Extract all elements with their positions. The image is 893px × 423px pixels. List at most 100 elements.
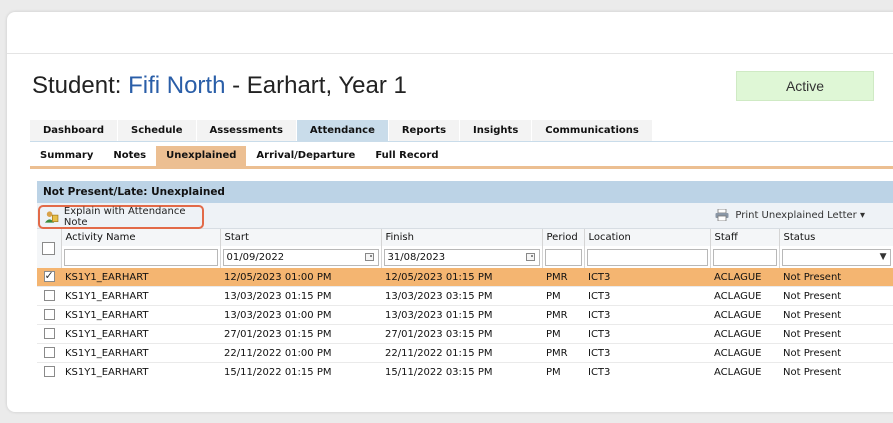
cell-staff: ACLAGUE xyxy=(710,268,779,287)
explain-button-label: Explain with Attendance Note xyxy=(63,206,186,228)
cell-activity: KS1Y1_EARHART xyxy=(61,362,220,381)
cell-location: ICT3 xyxy=(584,362,710,381)
table-row[interactable]: KS1Y1_EARHART 12/05/2023 01:00 PM 12/05/… xyxy=(37,268,893,287)
filter-status-cell: ▼ xyxy=(779,246,893,268)
tab-dashboard[interactable]: Dashboard xyxy=(30,120,118,141)
subtab-unexplained[interactable]: Unexplained xyxy=(156,146,247,166)
column-header-status[interactable]: Status xyxy=(779,229,893,246)
row-checkbox[interactable] xyxy=(43,309,55,321)
row-checkbox-cell xyxy=(37,286,61,306)
cell-finish: 13/03/2023 01:15 PM xyxy=(381,305,542,325)
row-checkbox-cell xyxy=(37,305,61,325)
tab-assessments[interactable]: Assessments xyxy=(196,120,297,141)
tab-attendance[interactable]: Attendance xyxy=(296,120,389,141)
cell-activity: KS1Y1_EARHART xyxy=(61,268,220,287)
tab-communications[interactable]: Communications xyxy=(532,120,653,141)
tab-reports[interactable]: Reports xyxy=(388,120,461,141)
filter-activity-input[interactable] xyxy=(63,248,218,266)
cell-period: PM xyxy=(542,286,584,306)
tabbar-divider xyxy=(30,141,893,142)
row-checkbox-cell xyxy=(37,324,61,344)
unexplained-panel: Not Present/Late: Unexplained Explain wi… xyxy=(37,181,893,381)
table-row[interactable]: KS1Y1_EARHART 27/01/2023 01:15 PM 27/01/… xyxy=(37,324,893,344)
cell-finish: 22/11/2022 01:15 PM xyxy=(381,343,542,363)
panel-toolbar: Explain with Attendance Note Print Unexp… xyxy=(37,203,893,229)
cell-finish: 27/01/2023 03:15 PM xyxy=(381,324,542,344)
filter-finish-value: 31/08/2023 xyxy=(387,251,446,263)
calendar-icon[interactable] xyxy=(364,252,374,261)
print-letter-button[interactable]: Print Unexplained Letter ▾ xyxy=(715,209,865,221)
column-header-activity[interactable]: Activity Name xyxy=(61,229,221,246)
cell-staff: ACLAGUE xyxy=(710,362,779,381)
filter-location-cell xyxy=(584,246,711,268)
table-row[interactable]: KS1Y1_EARHART 22/11/2022 01:00 PM 22/11/… xyxy=(37,343,893,363)
row-checkbox[interactable] xyxy=(43,290,55,302)
subtab-summary[interactable]: Summary xyxy=(30,146,103,166)
cell-start: 13/03/2023 01:15 PM xyxy=(220,286,381,306)
tab-insights[interactable]: Insights xyxy=(460,120,533,141)
cell-period: PM xyxy=(542,362,584,381)
cell-location: ICT3 xyxy=(584,305,710,325)
column-header-period[interactable]: Period xyxy=(542,229,585,246)
cell-staff: ACLAGUE xyxy=(710,343,779,363)
user-note-icon xyxy=(44,211,59,223)
filter-staff-cell xyxy=(710,246,780,268)
cell-start: 12/05/2023 01:00 PM xyxy=(220,268,381,287)
calendar-icon[interactable] xyxy=(525,252,535,261)
cell-period: PMR xyxy=(542,305,584,325)
table-row[interactable]: KS1Y1_EARHART 15/11/2022 01:15 PM 15/11/… xyxy=(37,362,893,381)
student-name-link[interactable]: Fifi North xyxy=(128,72,225,99)
row-checkbox-cell xyxy=(37,362,61,381)
cell-location: ICT3 xyxy=(584,286,710,306)
cell-activity: KS1Y1_EARHART xyxy=(61,324,220,344)
title-suffix: - Earhart, Year 1 xyxy=(225,72,407,99)
filter-start-cell: 01/09/2022 xyxy=(220,246,382,268)
sub-tabs: Summary Notes Unexplained Arrival/Depart… xyxy=(30,146,449,166)
cell-activity: KS1Y1_EARHART xyxy=(61,286,220,306)
row-checkbox[interactable] xyxy=(43,366,55,378)
select-all-checkbox[interactable] xyxy=(42,242,56,255)
column-header-staff[interactable]: Staff xyxy=(710,229,780,246)
table-row[interactable]: KS1Y1_EARHART 13/03/2023 01:00 PM 13/03/… xyxy=(37,305,893,325)
filter-period-input[interactable] xyxy=(544,248,582,266)
cell-status: Not Present xyxy=(779,305,893,325)
column-header-finish[interactable]: Finish xyxy=(381,229,543,246)
cell-status: Not Present xyxy=(779,362,893,381)
row-checkbox-cell xyxy=(37,268,61,287)
filter-start-input[interactable]: 01/09/2022 xyxy=(222,248,379,266)
row-checkbox[interactable] xyxy=(43,269,55,283)
subtab-arrival-departure[interactable]: Arrival/Departure xyxy=(246,146,365,166)
cell-period: PMR xyxy=(542,343,584,363)
column-header-location[interactable]: Location xyxy=(584,229,711,246)
cell-staff: ACLAGUE xyxy=(710,324,779,344)
cell-staff: ACLAGUE xyxy=(710,305,779,325)
status-badge: Active xyxy=(736,71,874,101)
cell-finish: 13/03/2023 03:15 PM xyxy=(381,286,542,306)
title-prefix: Student: xyxy=(32,72,129,99)
cell-staff: ACLAGUE xyxy=(710,286,779,306)
cell-start: 22/11/2022 01:00 PM xyxy=(220,343,381,363)
cell-location: ICT3 xyxy=(584,343,710,363)
subtab-notes[interactable]: Notes xyxy=(103,146,156,166)
top-strip xyxy=(7,12,893,54)
table-header-row: Activity Name Start Finish Period Locati… xyxy=(37,229,893,268)
cell-period: PMR xyxy=(542,268,584,287)
filter-staff-input[interactable] xyxy=(712,248,777,266)
subtab-full-record[interactable]: Full Record xyxy=(365,146,448,166)
filter-status-select[interactable]: ▼ xyxy=(781,248,891,266)
page-title: Student: Fifi North - Earhart, Year 1 xyxy=(32,72,407,100)
cell-location: ICT3 xyxy=(584,324,710,344)
cell-start: 13/03/2023 01:00 PM xyxy=(220,305,381,325)
row-checkbox[interactable] xyxy=(43,347,55,359)
filter-location-input[interactable] xyxy=(586,248,708,266)
row-checkbox[interactable] xyxy=(43,328,55,340)
cell-location: ICT3 xyxy=(584,268,710,287)
column-header-start[interactable]: Start xyxy=(220,229,382,246)
cell-activity: KS1Y1_EARHART xyxy=(61,343,220,363)
cell-period: PM xyxy=(542,324,584,344)
subtab-divider xyxy=(30,166,893,169)
table-row[interactable]: KS1Y1_EARHART 13/03/2023 01:15 PM 13/03/… xyxy=(37,286,893,306)
explain-with-note-button[interactable]: Explain with Attendance Note xyxy=(38,205,204,229)
filter-finish-input[interactable]: 31/08/2023 xyxy=(383,248,540,266)
tab-schedule[interactable]: Schedule xyxy=(118,120,197,141)
